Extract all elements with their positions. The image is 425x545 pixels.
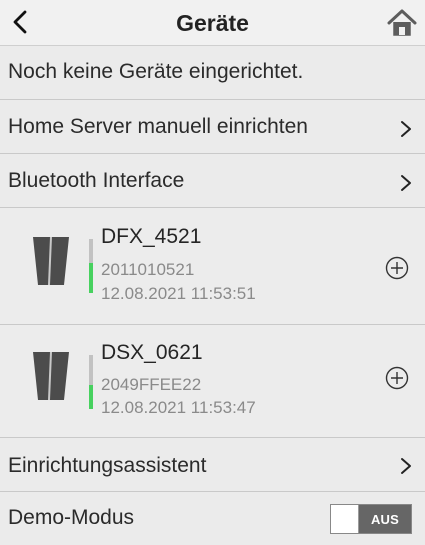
signal-strength-bar [89, 355, 93, 409]
devices-screen: Geräte Noch keine Geräte eingerichtet. H… [0, 0, 425, 545]
top-bar: Geräte [0, 0, 425, 46]
signal-strength-bar [89, 239, 93, 293]
bluetooth-interface-row[interactable]: Bluetooth Interface [0, 154, 425, 208]
chevron-right-icon [401, 458, 411, 474]
demo-mode-label: Demo-Modus [8, 506, 135, 529]
chevron-right-icon [401, 121, 411, 137]
signal-strength-fill [89, 384, 93, 409]
status-text: Noch keine Geräte eingerichtet. [8, 60, 304, 83]
status-row: Noch keine Geräte eingerichtet. [0, 46, 425, 100]
toggle-knob [331, 505, 359, 533]
demo-mode-toggle[interactable]: AUS [330, 504, 412, 534]
signal-strength-fill [89, 263, 93, 293]
toggle-state-label: AUS [359, 505, 411, 533]
setup-assistant-row[interactable]: Einrichtungsassistent [0, 438, 425, 492]
manual-home-server-setup-row[interactable]: Home Server manuell einrichten [0, 100, 425, 154]
device-name: DSX_0621 [101, 341, 203, 364]
device-row[interactable]: DFX_4521 2011010521 12.08.2021 11:53:51 [0, 208, 425, 325]
device-id: 2011010521 [101, 260, 195, 279]
home-button[interactable] [387, 9, 417, 37]
bluetooth-interface-label: Bluetooth Interface [8, 169, 185, 192]
plus-circle-icon[interactable] [385, 256, 409, 280]
device-row[interactable]: DSX_0621 2049FFEE22 12.08.2021 11:53:47 [0, 325, 425, 438]
device-id: 2049FFEE22 [101, 375, 202, 394]
plus-circle-icon[interactable] [385, 366, 409, 390]
chevron-right-icon [401, 175, 411, 191]
device-icon [33, 236, 69, 286]
device-timestamp: 12.08.2021 11:53:47 [101, 398, 256, 417]
home-icon [387, 9, 417, 36]
device-name: DFX_4521 [101, 225, 202, 248]
device-icon [33, 351, 69, 401]
manual-home-server-setup-label: Home Server manuell einrichten [8, 115, 308, 138]
page-title: Geräte [176, 10, 249, 36]
setup-assistant-label: Einrichtungsassistent [8, 454, 207, 477]
device-timestamp: 12.08.2021 11:53:51 [101, 284, 256, 303]
